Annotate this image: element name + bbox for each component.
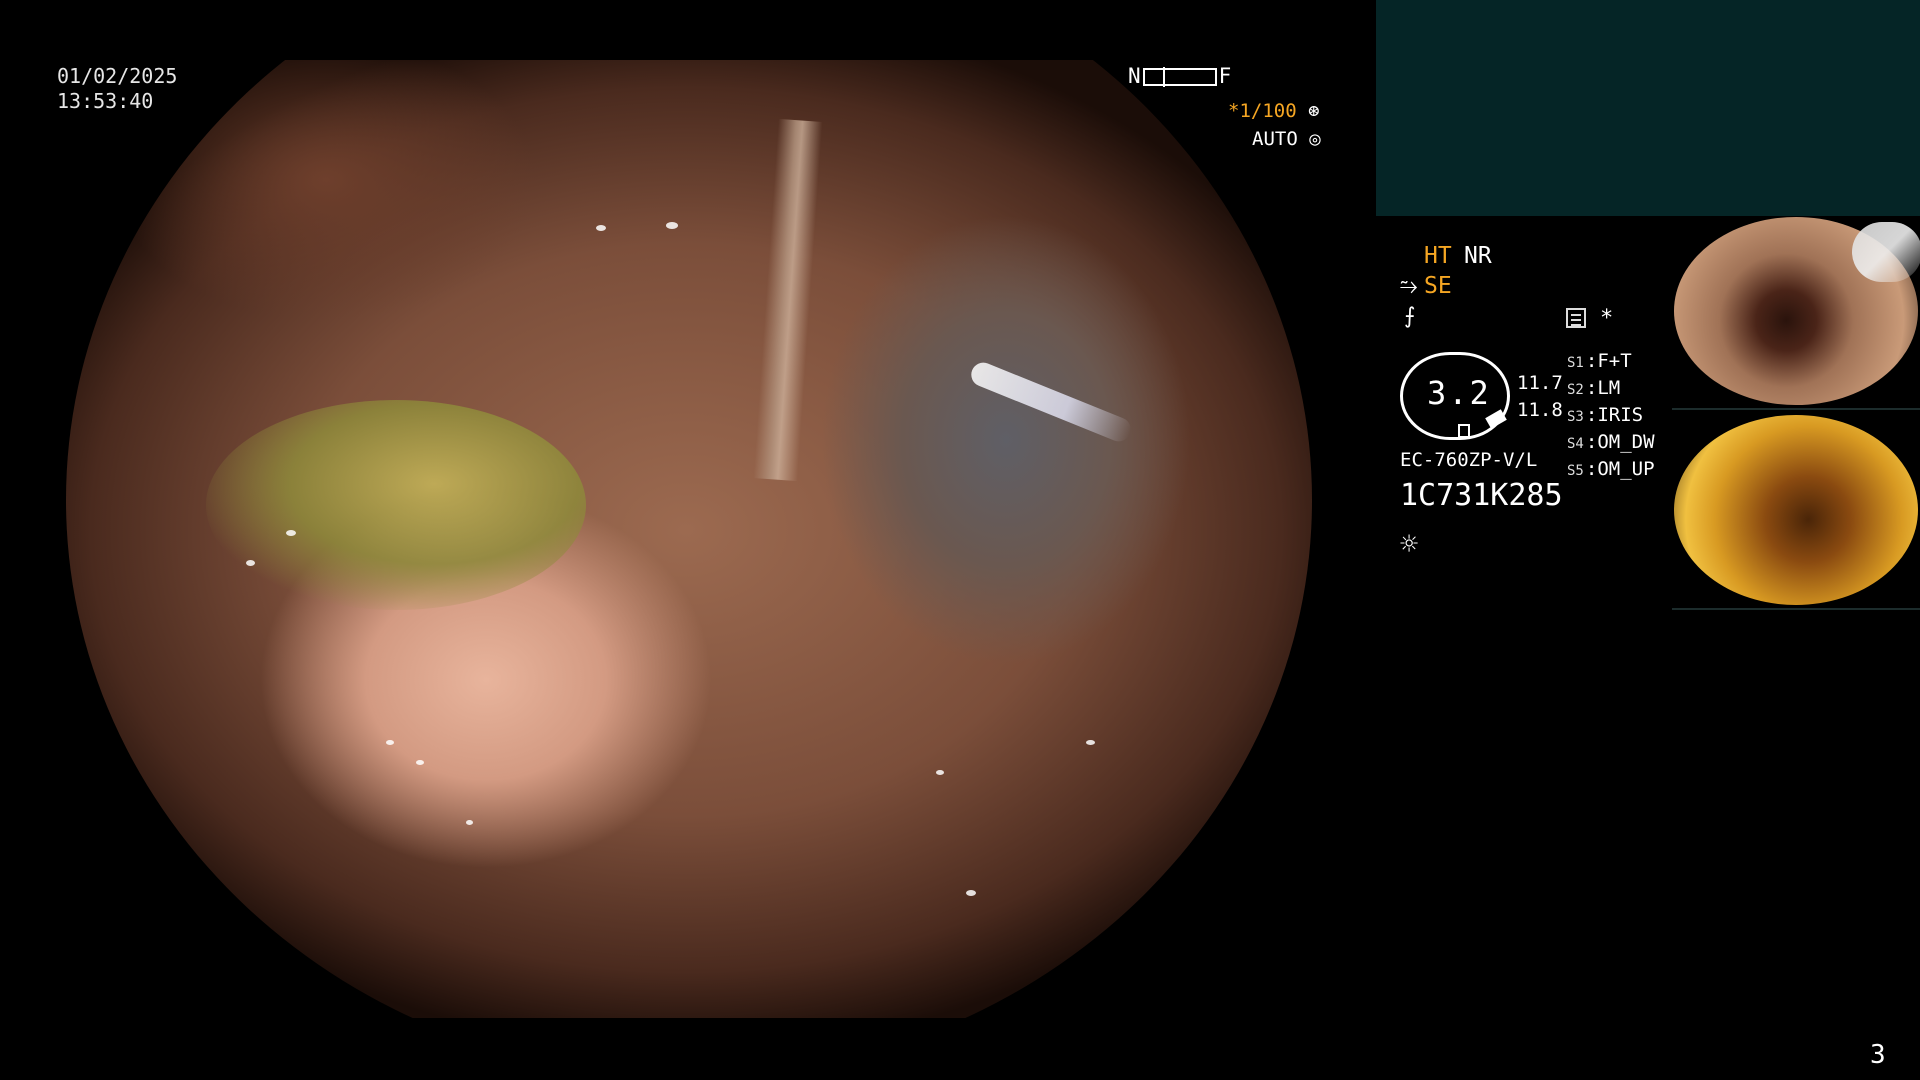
specular-highlight	[246, 560, 255, 566]
specular-highlight	[286, 530, 296, 536]
datetime-display: 01/02/2025 13:53:40	[57, 64, 177, 114]
specular-highlight	[966, 890, 976, 896]
shutter-speed: *1/100 ⊛	[1228, 100, 1320, 122]
zoom-value-1: 11.7	[1517, 372, 1563, 394]
mucosal-vessel	[753, 118, 823, 482]
specular-highlight	[967, 359, 1135, 445]
specular-highlight	[1086, 740, 1095, 745]
scope-model: EC-760ZP-V/L	[1400, 449, 1538, 471]
switch-settings: S1:F+T S2:LM S3:IRIS S4:OM_DW S5:OM_UP	[1567, 349, 1655, 484]
thumbnail-capture-2[interactable]	[1674, 415, 1918, 605]
se-mode: SE	[1424, 273, 1452, 299]
scope-serial: 1C731K285	[1400, 478, 1563, 513]
zoom-mark-icon	[1458, 424, 1470, 438]
switch-row: S5:OM_UP	[1567, 458, 1655, 480]
thumbnail-instrument	[1852, 222, 1920, 282]
shutter-speed-value: 1/100	[1239, 100, 1297, 122]
foam-bubbles	[206, 400, 586, 610]
document-icon	[1566, 308, 1586, 328]
switch-row: S2:LM	[1567, 377, 1621, 399]
time-text: 13:53:40	[57, 89, 154, 113]
mucosal-fold	[66, 60, 626, 440]
thumbnail-divider	[1672, 608, 1920, 610]
date-text: 01/02/2025	[57, 64, 178, 88]
specular-highlight	[936, 770, 944, 775]
star-indicator: *	[1600, 306, 1614, 331]
specular-highlight	[386, 740, 394, 745]
near-label: N	[1128, 64, 1141, 88]
focus-bar	[1142, 67, 1217, 87]
switch-row: S3:IRIS	[1567, 404, 1644, 426]
shutter-star: *	[1228, 100, 1240, 122]
endoscope-live-view	[66, 60, 1312, 1018]
light-source-icon: ☼	[1400, 527, 1419, 562]
specular-highlight	[666, 222, 678, 229]
ht-mode: HT	[1424, 243, 1452, 269]
nr-mode: NR	[1464, 243, 1492, 269]
structure-enhance-icon: ⨍	[1404, 304, 1416, 329]
zoom-value: 3.2	[1427, 374, 1491, 412]
page-number: 3	[1870, 1040, 1886, 1070]
info-panel-header	[1376, 0, 1920, 216]
specular-highlight	[466, 820, 473, 825]
scope-tip-icon: ⥲	[1400, 274, 1418, 299]
auto-label: AUTO	[1252, 128, 1298, 150]
switch-row: S4:OM_DW	[1567, 431, 1655, 453]
focus-indicator: NF	[1128, 64, 1231, 88]
iris-icon: ◎	[1309, 128, 1321, 150]
switch-row: S1:F+T	[1567, 350, 1632, 372]
far-label: F	[1218, 64, 1232, 88]
specular-highlight	[416, 760, 424, 765]
aperture-icon: ⊛	[1308, 100, 1320, 122]
thumbnail-divider	[1672, 408, 1920, 410]
zoom-value-2: 11.8	[1517, 399, 1563, 421]
specular-highlight	[596, 225, 606, 231]
auto-iris: AUTO ◎	[1252, 128, 1321, 150]
